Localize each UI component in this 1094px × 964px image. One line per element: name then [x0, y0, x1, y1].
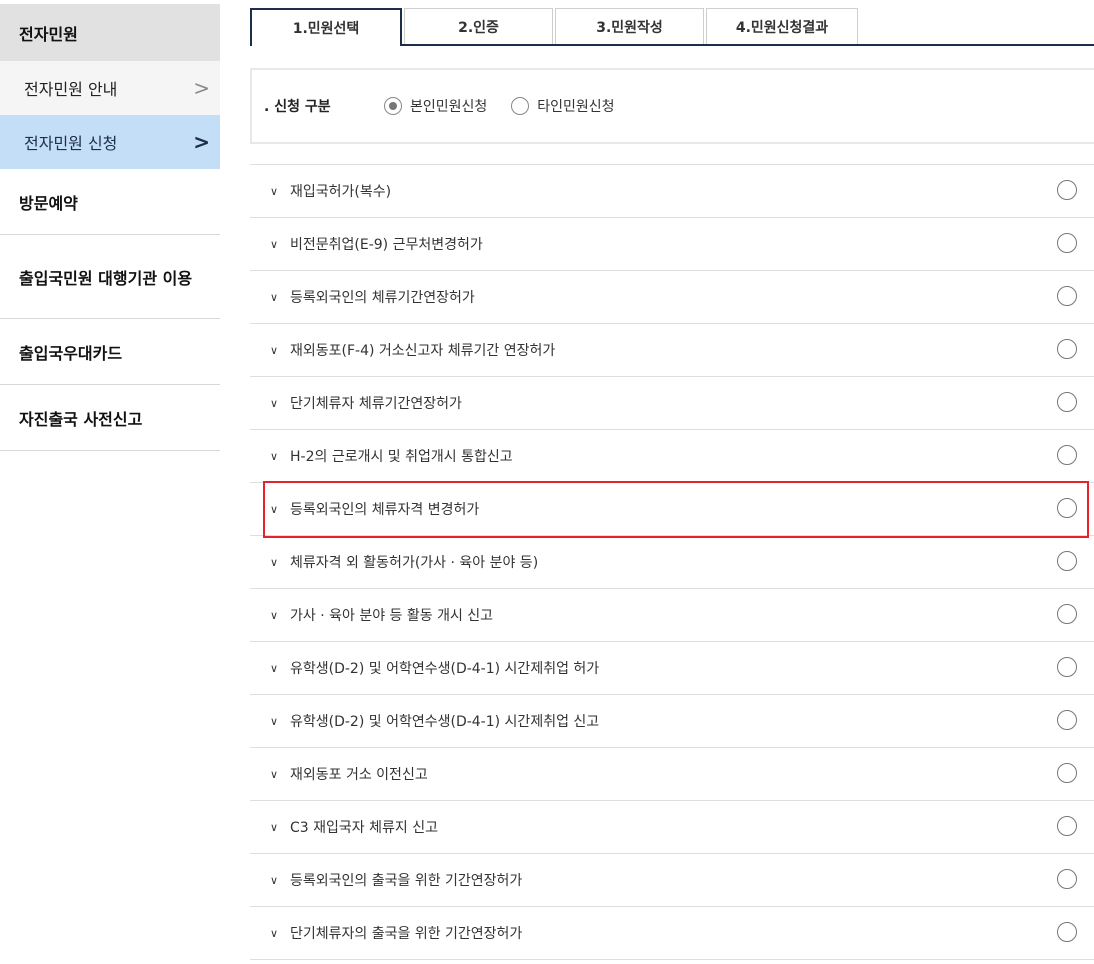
tab-write[interactable]: 3.민원작성 [555, 8, 704, 44]
chevron-down-icon: ∨ [270, 237, 279, 251]
list-item[interactable]: ∨ 등록외국인의 출국을 위한 기간연장허가 [250, 854, 1094, 907]
list-item-label: 단기체류자 체류기간연장허가 [290, 396, 462, 412]
list-item-label: 유학생(D-2) 및 어학연수생(D-4-1) 시간제취업 허가 [290, 661, 600, 677]
list-item-highlighted[interactable]: ∨ 등록외국인의 체류자격 변경허가 [250, 481, 1094, 538]
list-item-label: 재외동포 거소 이전신고 [290, 767, 428, 783]
list-item[interactable]: ∨ H-2의 근로개시 및 취업개시 통합신고 [250, 430, 1094, 483]
list-item[interactable]: ∨ 체류자격 외 활동허가(가사 · 육아 분야 등) [250, 536, 1094, 589]
chevron-down-icon: ∨ [270, 926, 279, 940]
radio-unchecked-icon[interactable] [1057, 869, 1077, 889]
sidebar-subitem-label: 전자민원 신청 [24, 134, 118, 153]
list-item-label: 비전문취업(E-9) 근무처변경허가 [290, 237, 483, 253]
list-item-label: 유학생(D-2) 및 어학연수생(D-4-1) 시간제취업 신고 [290, 714, 600, 730]
list-item-label: 재외동포(F-4) 거소신고자 체류기간 연장허가 [290, 343, 556, 359]
chevron-down-icon: ∨ [270, 767, 279, 781]
list-item[interactable]: ∨ 유학생(D-2) 및 어학연수생(D-4-1) 시간제취업 허가 [250, 642, 1094, 695]
chevron-down-icon: ∨ [270, 396, 279, 410]
list-item[interactable]: ∨ 가사 · 육아 분야 등 활동 개시 신고 [250, 589, 1094, 642]
list-item-label: 가사 · 육아 분야 등 활동 개시 신고 [290, 608, 494, 624]
radio-unchecked-icon[interactable] [1057, 922, 1077, 942]
radio-checked-icon[interactable] [384, 97, 402, 115]
radio-unchecked-icon[interactable] [1057, 180, 1077, 200]
radio-unchecked-icon[interactable] [1057, 710, 1077, 730]
radio-label: 본인민원신청 [410, 99, 488, 115]
radio-unchecked-icon[interactable] [511, 97, 530, 115]
chevron-down-icon: ∨ [270, 290, 279, 304]
list-item[interactable]: ∨ 단기체류자의 출국을 위한 기간연장허가 [250, 907, 1094, 960]
sidebar-item-voluntary-departure[interactable]: 자진출국 사전신고 [0, 385, 220, 451]
sidebar: 전자민원 전자민원 안내 > 전자민원 신청 > 방문예약 출입국민원 대행기관… [0, 0, 220, 451]
list-item[interactable]: ∨ 단기체류자 체류기간연장허가 [250, 377, 1094, 430]
sidebar-header: 전자민원 [0, 4, 220, 61]
list-item[interactable]: ∨ 등록외국인의 체류기간연장허가 [250, 271, 1094, 324]
radio-self[interactable]: 본인민원신청 [384, 96, 487, 116]
chevron-down-icon: ∨ [270, 343, 279, 357]
radio-unchecked-icon[interactable] [1057, 339, 1077, 359]
radio-unchecked-icon[interactable] [1057, 286, 1077, 306]
request-type-box: . 신청 구분 본인민원신청 타인민원신청 [250, 68, 1094, 144]
sidebar-subitem-guide[interactable]: 전자민원 안내 > [0, 61, 220, 115]
list-item-label: 단기체류자의 출국을 위한 기간연장허가 [290, 926, 523, 942]
radio-other[interactable]: 타인민원신청 [511, 96, 615, 116]
list-item[interactable]: ∨ 비전문취업(E-9) 근무처변경허가 [250, 218, 1094, 271]
list-item-label: 등록외국인의 체류기간연장허가 [290, 290, 475, 306]
chevron-down-icon: ∨ [270, 502, 279, 516]
radio-unchecked-icon[interactable] [1057, 498, 1077, 518]
sidebar-item-label: 자진출국 사전신고 [19, 409, 143, 429]
sidebar-item-label: 출입국민원 대행기관 이용 [19, 268, 193, 288]
chevron-down-icon: ∨ [270, 661, 279, 675]
sidebar-item-agency[interactable]: 출입국민원 대행기관 이용 [0, 235, 220, 319]
chevron-down-icon: ∨ [270, 449, 279, 463]
chevron-right-icon: > [193, 130, 210, 154]
tab-auth[interactable]: 2.인증 [404, 8, 553, 44]
radio-unchecked-icon[interactable] [1057, 657, 1077, 677]
application-list: ∨ 재입국허가(복수) ∨ 비전문취업(E-9) 근무처변경허가 ∨ 등록외국인의 체… [250, 164, 1094, 960]
chevron-down-icon: ∨ [270, 820, 279, 834]
sidebar-subitem-label: 전자민원 안내 [24, 80, 118, 99]
list-item-label: C3 재입국자 체류지 신고 [290, 820, 438, 836]
list-item-label: H-2의 근로개시 및 취업개시 통합신고 [290, 449, 513, 465]
radio-unchecked-icon[interactable] [1057, 763, 1077, 783]
chevron-down-icon: ∨ [270, 608, 279, 622]
sidebar-item-priority-card[interactable]: 출입국우대카드 [0, 319, 220, 385]
list-item[interactable]: ∨ 유학생(D-2) 및 어학연수생(D-4-1) 시간제취업 신고 [250, 695, 1094, 748]
list-item-label: 체류자격 외 활동허가(가사 · 육아 분야 등) [290, 555, 539, 571]
radio-unchecked-icon[interactable] [1057, 392, 1077, 412]
radio-unchecked-icon[interactable] [1057, 604, 1077, 624]
sidebar-item-label: 방문예약 [19, 193, 78, 213]
tabs-baseline [400, 44, 1094, 46]
chevron-down-icon: ∨ [270, 184, 279, 198]
chevron-down-icon: ∨ [270, 873, 279, 887]
chevron-down-icon: ∨ [270, 555, 279, 569]
list-item-label: 등록외국인의 출국을 위한 기간연장허가 [290, 873, 523, 889]
tab-select[interactable]: 1.민원선택 [250, 8, 402, 46]
sidebar-subitem-apply[interactable]: 전자민원 신청 > [0, 115, 220, 169]
chevron-down-icon: ∨ [270, 714, 279, 728]
list-item[interactable]: ∨ C3 재입국자 체류지 신고 [250, 801, 1094, 854]
radio-unchecked-icon[interactable] [1057, 816, 1077, 836]
radio-unchecked-icon[interactable] [1057, 551, 1077, 571]
list-item[interactable]: ∨ 재입국허가(복수) [250, 165, 1094, 218]
list-item-label: 재입국허가(복수) [290, 184, 392, 200]
sidebar-item-visit-reservation[interactable]: 방문예약 [0, 169, 220, 235]
request-type-label: . 신청 구분 [264, 99, 331, 115]
list-item-label: 등록외국인의 체류자격 변경허가 [290, 502, 480, 518]
radio-unchecked-icon[interactable] [1057, 233, 1077, 253]
radio-unchecked-icon[interactable] [1057, 445, 1077, 465]
tab-result[interactable]: 4.민원신청결과 [706, 8, 858, 44]
step-tabs: 1.민원선택 2.인증 3.민원작성 4.민원신청결과 [250, 8, 1094, 46]
sidebar-item-label: 출입국우대카드 [19, 343, 123, 363]
chevron-right-icon: > [193, 76, 210, 100]
list-item[interactable]: ∨ 재외동포 거소 이전신고 [250, 748, 1094, 801]
list-item[interactable]: ∨ 재외동포(F-4) 거소신고자 체류기간 연장허가 [250, 324, 1094, 377]
radio-label: 타인민원신청 [537, 99, 615, 115]
